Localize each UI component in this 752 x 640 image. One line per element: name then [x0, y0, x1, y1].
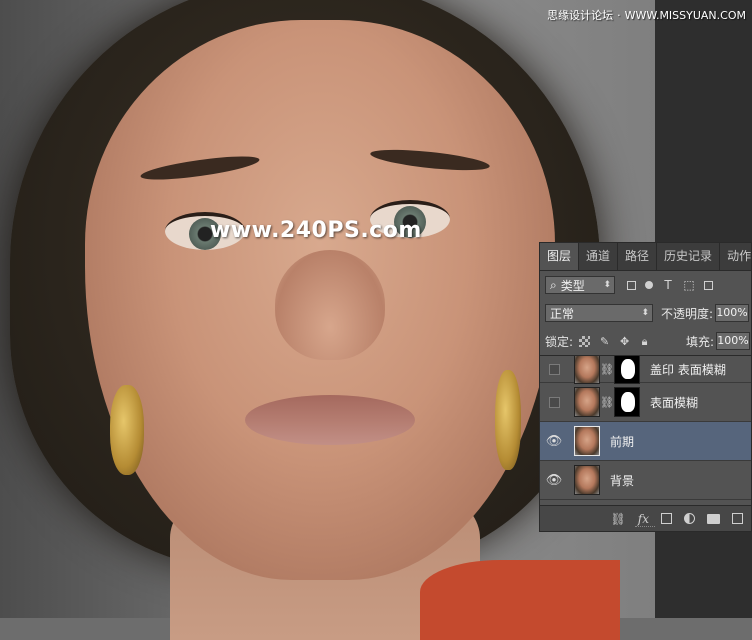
left-earring [110, 385, 144, 475]
filter-type-value: 类型 [560, 278, 585, 293]
mask-link-icon[interactable]: ⛓ [600, 363, 614, 376]
eye-icon[interactable]: 👁︎ [546, 434, 563, 449]
layer-thumbnail [574, 465, 600, 495]
tab-paths[interactable]: 路径 [618, 243, 658, 270]
fill-input[interactable]: 100% [716, 332, 750, 350]
visibility-toggle[interactable]: 👁︎ [540, 473, 568, 488]
smart-object-filter-icon[interactable] [704, 280, 713, 290]
tab-channels[interactable]: 通道 [579, 243, 619, 270]
site-watermark-right: WWW.MISSYUAN.COM [624, 9, 746, 22]
lock-pixels-brush-icon[interactable]: ✎ [599, 336, 610, 347]
layer-mask-thumbnail[interactable] [614, 387, 640, 417]
layer-thumbnail [574, 356, 600, 384]
adjustment-layer-icon[interactable] [684, 513, 695, 524]
blend-mode-value: 正常 [550, 306, 575, 321]
shape-filter-icon[interactable]: ⬚ [683, 279, 695, 291]
layer-thumbnail [574, 426, 600, 456]
link-layers-icon[interactable]: ⛓ [611, 512, 626, 526]
layer-name[interactable]: 盖印 表面模糊 [650, 361, 726, 378]
right-earring [495, 370, 521, 470]
layer-row-stamp-surface-blur[interactable]: ⛓ 盖印 表面模糊 [540, 356, 751, 384]
filter-icons: T ⬚ [627, 279, 713, 291]
filter-type-select[interactable]: ⌕ 类型 ⬍ [545, 276, 615, 294]
panel-resize-grip[interactable] [635, 526, 655, 530]
mask-link-icon[interactable]: ⛓ [600, 396, 614, 409]
lock-row: 锁定: ✎ ✥ 🔒︎ 填充: 100% [545, 330, 750, 352]
layers-bottom-bar: ⛓ fx [540, 505, 751, 531]
lock-position-move-icon[interactable]: ✥ [619, 336, 630, 347]
opacity-input[interactable]: 100% [715, 304, 750, 322]
layer-name[interactable]: 前期 [610, 433, 634, 450]
layer-mask-thumbnail[interactable] [614, 356, 640, 384]
layer-name[interactable]: 表面模糊 [650, 394, 698, 411]
layers-panel: 图层 通道 路径 历史记录 动作 ⌕ 类型 ⬍ T ⬚ 正常 ⬍ 不透明度: 1… [539, 242, 752, 532]
tab-history[interactable]: 历史记录 [657, 243, 721, 270]
layer-row-surface-blur[interactable]: ⛓ 表面模糊 [540, 383, 751, 422]
lock-transparency-icon[interactable] [579, 335, 591, 347]
filter-row: ⌕ 类型 ⬍ T ⬚ [545, 274, 748, 296]
blend-mode-select[interactable]: 正常 ⬍ [545, 304, 653, 322]
text-filter-icon[interactable]: T [662, 279, 674, 291]
watermark-text: www.240PS.com [210, 218, 422, 243]
tab-actions[interactable]: 动作 [720, 243, 752, 270]
lock-label: 锁定: [545, 334, 574, 349]
add-mask-icon[interactable] [661, 513, 672, 524]
site-watermark-left: 思缘设计论坛 [547, 9, 614, 22]
search-icon: ⌕ [550, 277, 557, 292]
lock-all-padlock-icon[interactable]: 🔒︎ [639, 336, 650, 347]
new-group-folder-icon[interactable] [707, 513, 720, 524]
blend-row: 正常 ⬍ 不透明度: 100% [545, 302, 750, 324]
visibility-toggle[interactable]: 👁︎ [540, 434, 568, 449]
lips [245, 395, 415, 445]
shirt [420, 560, 620, 640]
eye-icon[interactable]: 👁︎ [546, 473, 563, 488]
site-watermark: 思缘设计论坛 · WWW.MISSYUAN.COM [547, 7, 746, 23]
layer-row-early-stage[interactable]: 👁︎ 前期 [540, 422, 751, 461]
fill-label: 填充: [685, 334, 714, 349]
layer-thumbnail [574, 387, 600, 417]
site-watermark-separator: · [617, 9, 621, 22]
visibility-off-box[interactable] [548, 396, 560, 408]
panel-tabs: 图层 通道 路径 历史记录 动作 [540, 243, 751, 271]
fx-icon[interactable]: fx [638, 512, 649, 526]
image-filter-icon[interactable] [627, 280, 636, 290]
chevron-updown-icon: ⬍ [641, 308, 649, 318]
adjustment-filter-icon[interactable] [645, 281, 653, 289]
tab-layers[interactable]: 图层 [540, 243, 580, 270]
new-layer-icon[interactable] [732, 513, 743, 524]
layer-name[interactable]: 背景 [610, 472, 634, 489]
chevron-updown-icon: ⬍ [603, 280, 611, 290]
visibility-off-box[interactable] [548, 363, 560, 375]
layer-row-background[interactable]: 👁︎ 背景 [540, 461, 751, 500]
visibility-toggle[interactable] [540, 396, 568, 408]
nose [275, 250, 385, 360]
layer-list: ⛓ 盖印 表面模糊 ⛓ 表面模糊 👁︎ 前期 👁︎ 背景 [540, 355, 751, 501]
lock-icons: ✎ ✥ 🔒︎ [579, 335, 650, 347]
visibility-toggle[interactable] [540, 363, 568, 375]
opacity-label: 不透明度: [661, 306, 714, 321]
